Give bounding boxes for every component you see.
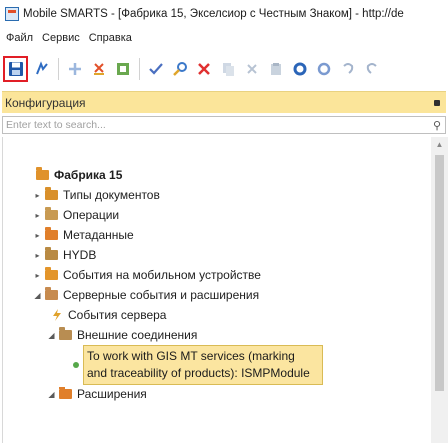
folder-icon [44,227,59,241]
tree-item-label: Расширения [77,387,147,401]
connection-folder-icon [58,327,73,341]
scroll-up-icon[interactable]: ▲ [431,137,448,152]
remove-icon [198,63,210,75]
add-button[interactable] [63,57,87,81]
lightning-icon [49,309,64,321]
delete-button[interactable] [87,57,111,81]
tree-item-hydb[interactable]: ▸ HYDB [33,245,96,265]
menu-bar: Файл Сервис Справка [0,27,448,49]
tree-item-label: HYDB [63,248,97,262]
undo-icon [343,63,354,74]
folder-icon [58,387,73,400]
find-icon [173,62,187,76]
copy-button[interactable] [216,57,240,81]
expand-arrow-icon[interactable]: ▸ [33,271,42,280]
folder-icon [44,207,59,221]
tree-item-label: Метаданные [63,228,134,242]
folder-icon [44,287,59,301]
tree-root[interactable]: Фабрика 15 [33,165,122,185]
check-button[interactable] [144,57,168,81]
redo-icon [366,63,377,74]
tree-item-extensions[interactable]: ◢ Расширения [47,387,147,401]
tree-item-mobile-events[interactable]: ▸ События на мобильном устройстве [33,265,261,285]
cut-icon [247,64,257,74]
save-icon [8,62,23,76]
expand-arrow-icon[interactable]: ▸ [33,211,42,220]
redo-button[interactable] [360,57,384,81]
collapse-arrow-icon[interactable]: ◢ [47,331,56,340]
remove-button[interactable] [192,57,216,81]
tree-item-server-events-extensions[interactable]: ◢ Серверные события и расширения [33,285,259,305]
refresh-button[interactable] [111,57,135,81]
cut-button[interactable] [240,57,264,81]
search-input[interactable] [6,119,433,131]
tree-item-label: Серверные события и расширения [63,288,260,302]
menu-file[interactable]: Файл [6,32,33,44]
tree-item-external-connections[interactable]: ◢ Внешние соединения [47,325,197,345]
save-button[interactable] [3,56,28,82]
tree-item-label: События сервера [68,308,167,322]
find-button[interactable] [168,57,192,81]
circle-outline-button[interactable] [312,57,336,81]
tree-item-label: Операции [63,208,120,222]
delete-icon [94,63,104,75]
copy-icon [223,63,234,76]
vertical-scrollbar[interactable]: ▲ [431,137,448,443]
circle-outline-icon [317,62,331,76]
expand-arrow-icon[interactable]: ▸ [33,231,42,240]
tree-item-document-types[interactable]: ▸ Типы документов [33,185,160,205]
toolbar-separator [139,58,140,80]
toolbar-separator [58,58,59,80]
configuration-tree: Фабрика 15 ▸ Типы документов ▸ Операции … [2,137,446,443]
scroll-thumb[interactable] [435,155,444,391]
menu-service[interactable]: Сервис [42,32,80,44]
check-icon [149,63,163,75]
tree-item-label: События на мобильном устройстве [63,268,261,282]
window-title: Mobile SMARTS - [Фабрика 15, Экселсиор с… [23,7,404,20]
tree-item-metadata[interactable]: ▸ Метаданные [33,225,134,245]
circle-icon [293,62,307,76]
paste-button[interactable] [264,57,288,81]
configuration-panel-header: Конфигурация [2,91,446,113]
refresh-icon [117,63,129,75]
collapse-arrow-icon[interactable]: ◢ [33,291,42,300]
folder-icon [44,187,59,201]
tree-item-ismp-module[interactable]: To work with GIS MT services (marking an… [71,345,323,385]
module-icon [71,359,81,371]
undo-button[interactable] [336,57,360,81]
tree-root-label: Фабрика 15 [54,168,123,182]
selected-item-label: To work with GIS MT services (marking an… [83,345,323,385]
folder-icon [44,247,59,261]
factory-icon [35,167,50,181]
collapse-arrow-icon[interactable]: ◢ [47,390,56,399]
toolbar [0,51,448,87]
tree-item-label: Типы документов [63,188,160,202]
tree-item-operations[interactable]: ▸ Операции [33,205,119,225]
add-icon [69,63,81,75]
flash-button[interactable] [30,57,54,81]
search-box: ⚲ [2,116,446,134]
expand-arrow-icon[interactable]: ▸ [33,251,42,260]
menu-help[interactable]: Справка [89,32,132,44]
title-bar: Mobile SMARTS - [Фабрика 15, Экселсиор с… [0,0,448,27]
search-icon[interactable]: ⚲ [433,119,441,132]
expand-arrow-icon[interactable]: ▸ [33,191,42,200]
paste-icon [271,63,281,75]
panel-title: Конфигурация [5,95,86,110]
tree-item-server-events[interactable]: События сервера [47,305,166,325]
circle-button[interactable] [288,57,312,81]
tree-item-label: Внешние соединения [77,328,198,342]
pin-icon[interactable] [434,99,440,106]
flash-icon [36,61,48,75]
app-icon [5,6,19,21]
folder-icon [44,267,59,281]
